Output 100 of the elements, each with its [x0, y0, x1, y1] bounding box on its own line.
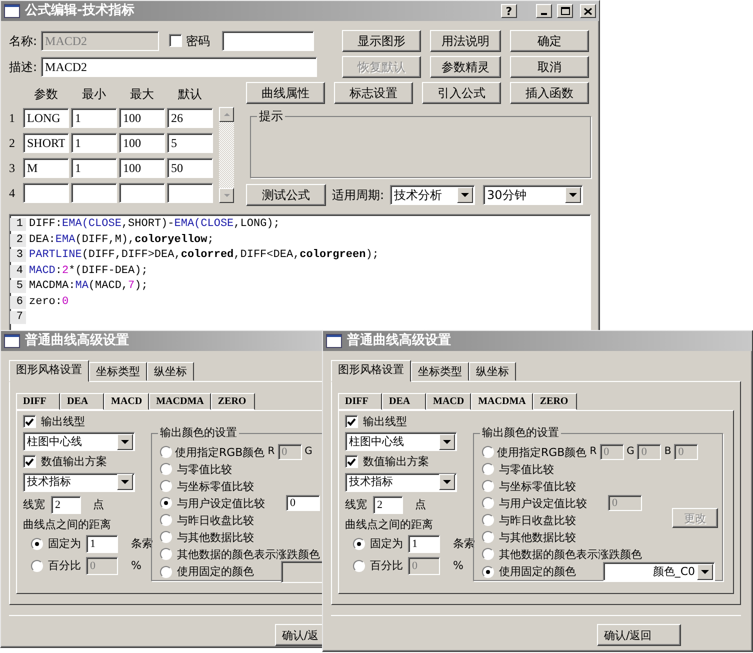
- tab[interactable]: 坐标类型: [411, 362, 469, 382]
- tab[interactable]: MACDMA: [471, 392, 533, 410]
- param-field[interactable]: [119, 183, 165, 203]
- param-field[interactable]: 5: [167, 133, 213, 153]
- tab[interactable]: MACD: [426, 393, 472, 410]
- help-button[interactable]: ?: [501, 4, 517, 18]
- caret-icon: [569, 193, 578, 197]
- param-field[interactable]: 1: [71, 158, 117, 178]
- test-button[interactable]: 测试公式: [246, 184, 326, 206]
- radio-button[interactable]: [482, 514, 494, 526]
- param-field[interactable]: 100: [119, 108, 165, 128]
- param-field[interactable]: 1: [71, 108, 117, 128]
- tab[interactable]: 图形风格设置: [331, 360, 411, 382]
- radio-button[interactable]: [160, 463, 172, 476]
- checkbox[interactable]: [345, 455, 358, 468]
- radio-button[interactable]: [482, 463, 494, 476]
- code-line: MACD:2*(DIFF-DEA);: [28, 264, 148, 278]
- spacing-field[interactable]: 1: [86, 534, 118, 553]
- output-scheme-dropdown[interactable]: 技术指标: [23, 472, 135, 492]
- minimize-button[interactable]: [536, 4, 552, 18]
- line-width-field[interactable]: 2: [51, 496, 81, 514]
- tab[interactable]: ZERO: [532, 393, 577, 410]
- tab[interactable]: DIFF: [338, 393, 382, 410]
- dialog-button[interactable]: 引入公式: [422, 82, 501, 104]
- tab[interactable]: MACD: [104, 392, 150, 410]
- param-field[interactable]: 100: [119, 158, 165, 178]
- tab[interactable]: DEA: [60, 393, 104, 410]
- close-button[interactable]: [580, 4, 596, 18]
- param-field[interactable]: [167, 183, 213, 203]
- spacing-field[interactable]: 1: [408, 534, 440, 553]
- color-dropdown[interactable]: 颜色_C0: [603, 562, 715, 582]
- dialog-button[interactable]: 显示图形: [342, 30, 421, 52]
- radio-button[interactable]: [482, 566, 494, 578]
- radio-button[interactable]: [353, 538, 365, 550]
- tab[interactable]: 图形风格设置: [9, 360, 89, 382]
- compare-value-field[interactable]: 0: [286, 495, 320, 512]
- param-field[interactable]: 1: [71, 133, 117, 153]
- column-header: 默认: [177, 86, 203, 102]
- checkbox[interactable]: [169, 34, 182, 48]
- dialog-button[interactable]: 标志设置: [334, 82, 413, 104]
- caret-icon: [443, 480, 451, 484]
- tab[interactable]: DIFF: [16, 393, 60, 410]
- dialog-button[interactable]: 参数精灵: [430, 56, 501, 78]
- tab[interactable]: MACDMA: [149, 393, 211, 410]
- tab[interactable]: DEA: [382, 393, 426, 410]
- param-field[interactable]: 100: [119, 133, 165, 153]
- param-field[interactable]: 26: [167, 108, 213, 128]
- param-field[interactable]: [23, 183, 69, 203]
- radio-button[interactable]: [160, 514, 172, 526]
- row-number: 1: [9, 110, 16, 126]
- radio-button[interactable]: [482, 480, 494, 492]
- radio-button[interactable]: [160, 480, 172, 492]
- line-type-dropdown[interactable]: 柱图中心线: [345, 432, 457, 452]
- radio-button[interactable]: [482, 446, 494, 458]
- caret-icon: [443, 440, 451, 444]
- radio-label: 与昨日收盘比较: [499, 514, 576, 527]
- param-field[interactable]: LONG: [23, 108, 69, 128]
- dialog-button[interactable]: 确定: [510, 30, 589, 52]
- radio-label: 使用指定RGB颜色: [497, 446, 587, 459]
- radio-button[interactable]: [160, 566, 172, 578]
- caret-icon: [461, 193, 470, 197]
- checkbox[interactable]: [345, 415, 358, 428]
- radio-button[interactable]: [160, 548, 172, 560]
- radio-button[interactable]: [160, 531, 172, 544]
- checkbox[interactable]: [23, 415, 36, 428]
- line-width-field[interactable]: 2: [373, 496, 403, 514]
- radio-label: 使用指定RGB颜色: [175, 446, 265, 459]
- radio-button[interactable]: [160, 446, 172, 458]
- line-type-dropdown[interactable]: 柱图中心线: [23, 432, 135, 452]
- radio-label: 固定为: [48, 537, 81, 550]
- radio-label: 使用固定的颜色: [177, 565, 254, 578]
- tab[interactable]: 纵坐标: [469, 362, 516, 382]
- dialog-button[interactable]: 取消: [510, 56, 589, 78]
- line-number: 3: [10, 249, 26, 262]
- dialog-button[interactable]: 用法说明: [430, 30, 501, 52]
- window-icon: [4, 334, 20, 348]
- code-line: MACDMA:MA(MACD,7);: [28, 280, 148, 294]
- period-dropdown[interactable]: 30分钟: [483, 185, 584, 205]
- output-scheme-dropdown[interactable]: 技术指标: [345, 472, 457, 492]
- tab[interactable]: 坐标类型: [89, 362, 147, 382]
- tab[interactable]: ZERO: [210, 393, 255, 410]
- radio-button[interactable]: [160, 497, 172, 510]
- dialog-button[interactable]: 曲线属性: [246, 82, 325, 104]
- checkbox[interactable]: [23, 455, 36, 468]
- radio-label: 其他数据的颜色表示涨跌颜色: [499, 548, 642, 561]
- confirm-button[interactable]: 确认/返回: [597, 624, 681, 646]
- maximize-button[interactable]: [557, 4, 573, 18]
- dialog-button[interactable]: 插入函数: [510, 82, 589, 104]
- radio-button[interactable]: [482, 531, 494, 544]
- window-icon: [326, 334, 342, 348]
- description-field[interactable]: MACD2: [41, 57, 318, 77]
- radio-button[interactable]: [482, 548, 494, 560]
- radio-button[interactable]: [31, 538, 43, 550]
- param-field[interactable]: 50: [167, 158, 213, 178]
- field-label: 适用周期:: [332, 188, 384, 202]
- tab[interactable]: 纵坐标: [147, 362, 194, 382]
- period-dropdown[interactable]: 技术分析: [390, 185, 476, 205]
- param-field[interactable]: M: [23, 158, 69, 178]
- password-field[interactable]: [222, 31, 314, 51]
- param-field[interactable]: [71, 183, 117, 203]
